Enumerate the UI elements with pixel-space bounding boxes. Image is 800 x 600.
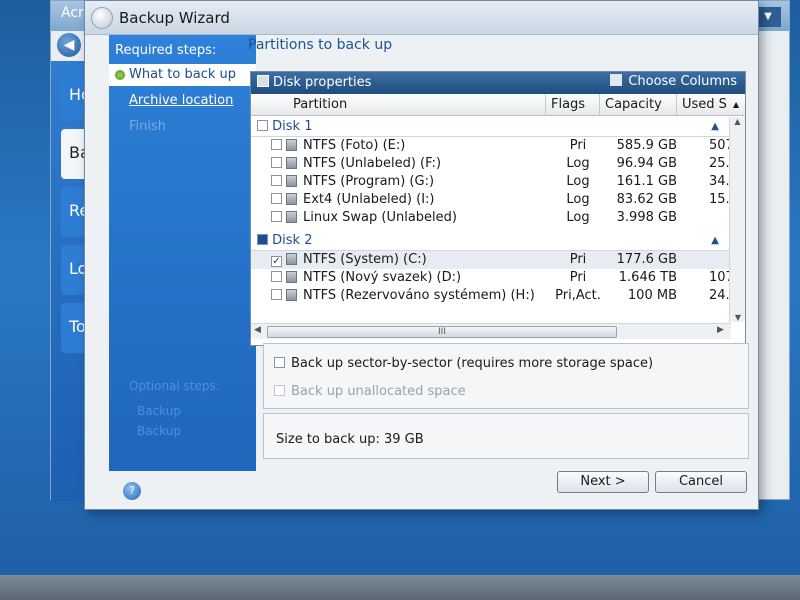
partition-checkbox[interactable] <box>271 271 282 282</box>
partition-row[interactable]: NTFS (Nový svazek) (D:) Pri 1.646 TB 107 <box>251 269 731 287</box>
partition-checkbox[interactable] <box>271 211 282 222</box>
unallocated-space-checkbox <box>274 385 285 396</box>
partition-drive-icon <box>286 157 297 169</box>
scroll-left-arrow-icon[interactable]: ◀ <box>254 325 261 335</box>
scroll-up-arrow-icon[interactable]: ▲ <box>730 117 745 126</box>
horizontal-scroll-thumb[interactable]: III <box>267 326 617 338</box>
optional-steps: Optional steps: Backup Backup <box>129 379 220 441</box>
step-label: What to back up <box>129 67 236 82</box>
wizard-title: Backup Wizard <box>119 9 230 27</box>
partition-row[interactable]: NTFS (Foto) (E:) Pri 585.9 GB 507 <box>251 137 731 155</box>
size-value: 39 GB <box>384 432 424 447</box>
partition-checkbox[interactable] <box>271 175 282 186</box>
partition-checkbox[interactable] <box>271 193 282 204</box>
partition-row[interactable]: Ext4 (Unlabeled) (I:) Log 83.62 GB 15. <box>251 191 731 209</box>
horizontal-scrollbar[interactable]: ◀ III ▶ <box>251 323 731 339</box>
partition-drive-icon <box>286 193 297 205</box>
current-step-bullet-icon <box>115 70 125 80</box>
column-header-used[interactable]: Used S <box>682 97 727 112</box>
page-title: Partitions to back up <box>248 37 393 53</box>
optional-step-backup-2: Backup <box>137 424 181 438</box>
disk-2-header[interactable]: Disk 2 ▲ <box>251 231 731 251</box>
size-summary: Size to back up: 39 GB <box>263 413 749 459</box>
partition-row[interactable]: NTFS (Rezervováno systémem) (H:) Pri,Act… <box>251 287 731 305</box>
disk-1-label: Disk 1 <box>272 119 313 134</box>
collapse-chevron-icon[interactable]: ▲ <box>711 231 719 251</box>
back-arrow-icon[interactable]: ◀ <box>57 33 81 57</box>
partition-row[interactable]: Linux Swap (Unlabeled) Log 3.998 GB <box>251 209 731 227</box>
help-icon[interactable]: ? <box>123 482 141 500</box>
column-header-partition[interactable]: Partition <box>293 97 347 112</box>
partition-checkbox[interactable] <box>271 139 282 150</box>
desktop-bottom-strip <box>0 575 800 600</box>
disk-1-checkbox[interactable] <box>257 120 268 131</box>
disk-1-header[interactable]: Disk 1 ▲ <box>251 117 731 137</box>
partition-drive-icon <box>286 289 297 301</box>
disk-2-checkbox[interactable] <box>257 234 268 245</box>
scroll-right-arrow-icon[interactable]: ▶ <box>717 325 724 335</box>
step-what-to-back-up[interactable]: What to back up <box>109 64 256 86</box>
column-header-flags[interactable]: Flags <box>551 97 585 112</box>
partition-checkbox[interactable] <box>271 157 282 168</box>
partition-drive-icon <box>286 253 297 265</box>
required-steps-heading: Required steps: <box>115 43 217 58</box>
next-button[interactable]: Next > <box>557 471 649 493</box>
unallocated-space-option: Back up unallocated space <box>274 384 466 399</box>
disk-2-label: Disk 2 <box>272 233 313 248</box>
columns-icon <box>610 74 623 86</box>
partition-list: Disk 1 ▲ NTFS (Foto) (E:) Pri 585.9 GB 5… <box>251 117 731 322</box>
scroll-down-arrow-icon[interactable]: ▼ <box>730 313 746 322</box>
wizard-steps-sidebar: Required steps: What to back up Archive … <box>109 35 256 471</box>
partition-checkbox[interactable]: ✓ <box>271 256 282 267</box>
cancel-button[interactable]: Cancel <box>655 471 747 493</box>
backup-options: Back up sector-by-sector (requires more … <box>263 343 749 409</box>
collapse-chevron-icon[interactable]: ▲ <box>711 117 719 137</box>
partition-row[interactable]: NTFS (Program) (G:) Log 161.1 GB 34. <box>251 173 731 191</box>
wizard-titlebar: Backup Wizard <box>85 1 758 35</box>
partition-drive-icon <box>286 175 297 187</box>
sort-up-icon[interactable]: ▲ <box>733 100 739 109</box>
partition-row[interactable]: ✓ NTFS (System) (C:) Pri 177.6 GB <box>251 251 731 269</box>
panel-title: Disk properties <box>273 75 372 90</box>
partition-drive-icon <box>286 139 297 151</box>
wizard-app-icon <box>91 7 113 29</box>
sector-by-sector-option[interactable]: Back up sector-by-sector (requires more … <box>274 356 653 371</box>
step-finish: Finish <box>129 119 167 134</box>
optional-step-backup-1: Backup <box>137 404 181 418</box>
partition-drive-icon <box>286 211 297 223</box>
step-archive-location[interactable]: Archive location <box>109 90 256 112</box>
sector-by-sector-checkbox[interactable] <box>274 357 285 368</box>
partition-row[interactable]: NTFS (Unlabeled) (F:) Log 96.94 GB 25. <box>251 155 731 173</box>
column-header-capacity[interactable]: Capacity <box>605 97 662 112</box>
choose-columns-button[interactable]: Choose Columns <box>610 74 737 89</box>
backup-wizard-window: Backup Wizard Required steps: What to ba… <box>84 0 759 510</box>
column-headers: Partition Flags Capacity Used S ▲ <box>251 94 745 116</box>
disk-properties-icon <box>257 75 269 87</box>
partition-drive-icon <box>286 271 297 283</box>
vertical-scrollbar[interactable]: ▲ ▼ <box>729 117 745 322</box>
panel-header: Disk properties Choose Columns <box>251 72 745 94</box>
disk-properties-panel: Disk properties Choose Columns Partition… <box>250 71 746 346</box>
optional-steps-heading: Optional steps: <box>129 379 220 393</box>
partition-checkbox[interactable] <box>271 289 282 300</box>
size-label: Size to back up: <box>276 432 380 447</box>
